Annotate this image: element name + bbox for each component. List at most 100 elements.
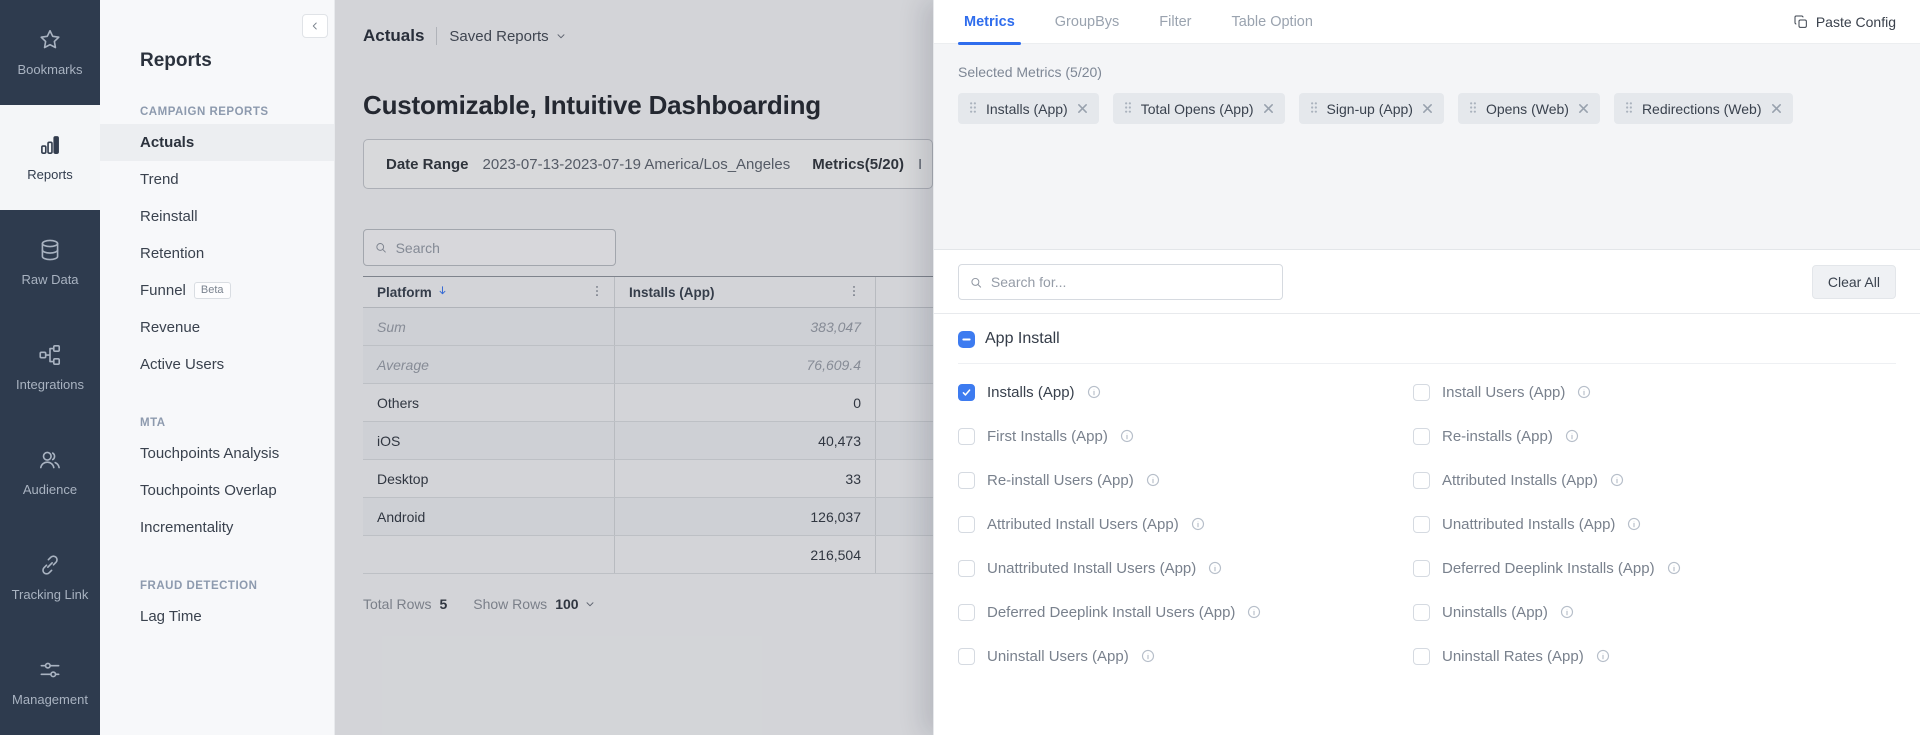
drag-handle-icon[interactable] <box>969 101 977 117</box>
paste-config-button[interactable]: Paste Config <box>1793 14 1896 30</box>
column-menu-icon[interactable] <box>847 284 861 301</box>
metric-option[interactable]: Attributed Install Users (App) <box>958 502 1413 546</box>
info-icon[interactable] <box>1667 561 1681 575</box>
collapse-sidebar-button[interactable] <box>302 14 328 38</box>
info-icon[interactable] <box>1577 385 1591 399</box>
metric-search-box[interactable] <box>958 264 1283 300</box>
metric-chip[interactable]: Opens (Web) <box>1458 93 1600 124</box>
checkbox-unchecked[interactable] <box>1413 516 1430 533</box>
metric-option[interactable]: Uninstalls (App) <box>1413 590 1681 634</box>
metric-option[interactable]: First Installs (App) <box>958 414 1413 458</box>
metric-chip[interactable]: Total Opens (App) <box>1113 93 1285 124</box>
checkbox-unchecked[interactable] <box>1413 648 1430 665</box>
clear-all-button[interactable]: Clear All <box>1812 265 1896 299</box>
info-icon[interactable] <box>1087 385 1101 399</box>
drag-handle-icon[interactable] <box>1124 101 1132 117</box>
sidebar-item-incrementality[interactable]: Incrementality <box>100 509 334 546</box>
show-rows-dropdown[interactable]: 100 <box>555 596 595 612</box>
column-menu-icon[interactable] <box>590 284 604 301</box>
sidebar-item-funnel[interactable]: FunnelBeta <box>100 272 334 309</box>
show-rows-value: 100 <box>555 596 578 612</box>
checkbox-unchecked[interactable] <box>958 428 975 445</box>
drag-handle-icon[interactable] <box>1310 101 1318 117</box>
sidebar-item-revenue[interactable]: Revenue <box>100 309 334 346</box>
table-row: Android 126,037 <box>363 498 933 536</box>
metric-search-input[interactable] <box>991 274 1272 290</box>
sidebar-item-retention[interactable]: Retention <box>100 235 334 272</box>
tab-groupbys[interactable]: GroupBys <box>1049 0 1125 44</box>
drag-handle-icon[interactable] <box>1469 101 1477 117</box>
remove-chip-icon[interactable] <box>1077 101 1088 117</box>
checkbox-unchecked[interactable] <box>958 560 975 577</box>
sidebar-item-touchpoints-overlap[interactable]: Touchpoints Overlap <box>100 472 334 509</box>
checkbox-unchecked[interactable] <box>958 516 975 533</box>
metric-option[interactable]: Uninstall Rates (App) <box>1413 634 1681 678</box>
remove-chip-icon[interactable] <box>1422 101 1433 117</box>
remove-chip-icon[interactable] <box>1578 101 1589 117</box>
metric-chip[interactable]: Redirections (Web) <box>1614 93 1793 124</box>
table-search-box[interactable] <box>363 229 616 266</box>
metric-option[interactable]: Attributed Installs (App) <box>1413 458 1681 502</box>
info-icon[interactable] <box>1120 429 1134 443</box>
info-icon[interactable] <box>1146 473 1160 487</box>
saved-reports-dropdown[interactable]: Saved Reports <box>449 28 566 45</box>
metric-option[interactable]: Unattributed Installs (App) <box>1413 502 1681 546</box>
rail-item-reports[interactable]: Reports <box>0 105 100 210</box>
remove-chip-icon[interactable] <box>1263 101 1274 117</box>
metric-option[interactable]: Re-install Users (App) <box>958 458 1413 502</box>
rail-item-tracking-link[interactable]: Tracking Link <box>0 525 100 630</box>
sidebar-item-touchpoints-analysis[interactable]: Touchpoints Analysis <box>100 435 334 472</box>
metric-label: First Installs (App) <box>987 428 1108 445</box>
app-install-header[interactable]: App Install <box>958 330 1896 348</box>
metric-option[interactable]: Deferred Deeplink Installs (App) <box>1413 546 1681 590</box>
rail-item-bookmarks[interactable]: Bookmarks <box>0 0 100 105</box>
sort-desc-icon[interactable] <box>436 284 449 300</box>
info-icon[interactable] <box>1208 561 1222 575</box>
info-icon[interactable] <box>1191 517 1205 531</box>
sidebar-item-active-users[interactable]: Active Users <box>100 346 334 383</box>
info-icon[interactable] <box>1141 649 1155 663</box>
info-icon[interactable] <box>1596 649 1610 663</box>
checkbox-unchecked[interactable] <box>958 604 975 621</box>
report-config-bar[interactable]: Date Range 2023-07-13-2023-07-19 America… <box>363 139 933 189</box>
sidebar-item-trend[interactable]: Trend <box>100 161 334 198</box>
sidebar-item-reinstall[interactable]: Reinstall <box>100 198 334 235</box>
column-header-installs[interactable]: Installs (App) <box>614 277 875 307</box>
column-header-platform[interactable]: Platform <box>363 277 614 307</box>
checkbox-unchecked[interactable] <box>1413 384 1430 401</box>
metric-option[interactable]: Uninstall Users (App) <box>958 634 1413 678</box>
table-search-input[interactable] <box>396 240 605 256</box>
info-icon[interactable] <box>1627 517 1641 531</box>
checkbox-checked[interactable] <box>958 384 975 401</box>
metric-option[interactable]: Re-installs (App) <box>1413 414 1681 458</box>
checkbox-unchecked[interactable] <box>1413 472 1430 489</box>
checkbox-unchecked[interactable] <box>1413 560 1430 577</box>
info-icon[interactable] <box>1610 473 1624 487</box>
metric-chip[interactable]: Sign-up (App) <box>1299 93 1444 124</box>
metric-option[interactable]: Unattributed Install Users (App) <box>958 546 1413 590</box>
sidebar-item-actuals[interactable]: Actuals <box>100 124 334 161</box>
tab-filter[interactable]: Filter <box>1153 0 1197 44</box>
metric-option-installs-app[interactable]: Installs (App) <box>958 370 1413 414</box>
rail-item-raw-data[interactable]: Raw Data <box>0 210 100 315</box>
chevron-left-icon <box>309 20 321 32</box>
checkbox-unchecked[interactable] <box>958 472 975 489</box>
rail-item-management[interactable]: Management <box>0 630 100 735</box>
metric-option[interactable]: Deferred Deeplink Install Users (App) <box>958 590 1413 634</box>
tab-metrics[interactable]: Metrics <box>958 0 1021 44</box>
info-icon[interactable] <box>1560 605 1574 619</box>
metric-chip[interactable]: Installs (App) <box>958 93 1099 124</box>
rail-item-audience[interactable]: Audience <box>0 420 100 525</box>
checkbox-unchecked[interactable] <box>1413 428 1430 445</box>
checkbox-unchecked[interactable] <box>958 648 975 665</box>
tab-table-option[interactable]: Table Option <box>1226 0 1319 44</box>
info-icon[interactable] <box>1565 429 1579 443</box>
metric-option[interactable]: Install Users (App) <box>1413 370 1681 414</box>
info-icon[interactable] <box>1247 605 1261 619</box>
sidebar-item-lag-time[interactable]: Lag Time <box>100 598 334 635</box>
drag-handle-icon[interactable] <box>1625 101 1633 117</box>
rail-item-integrations[interactable]: Integrations <box>0 315 100 420</box>
remove-chip-icon[interactable] <box>1771 101 1782 117</box>
collapse-section-icon[interactable] <box>958 331 975 348</box>
checkbox-unchecked[interactable] <box>1413 604 1430 621</box>
